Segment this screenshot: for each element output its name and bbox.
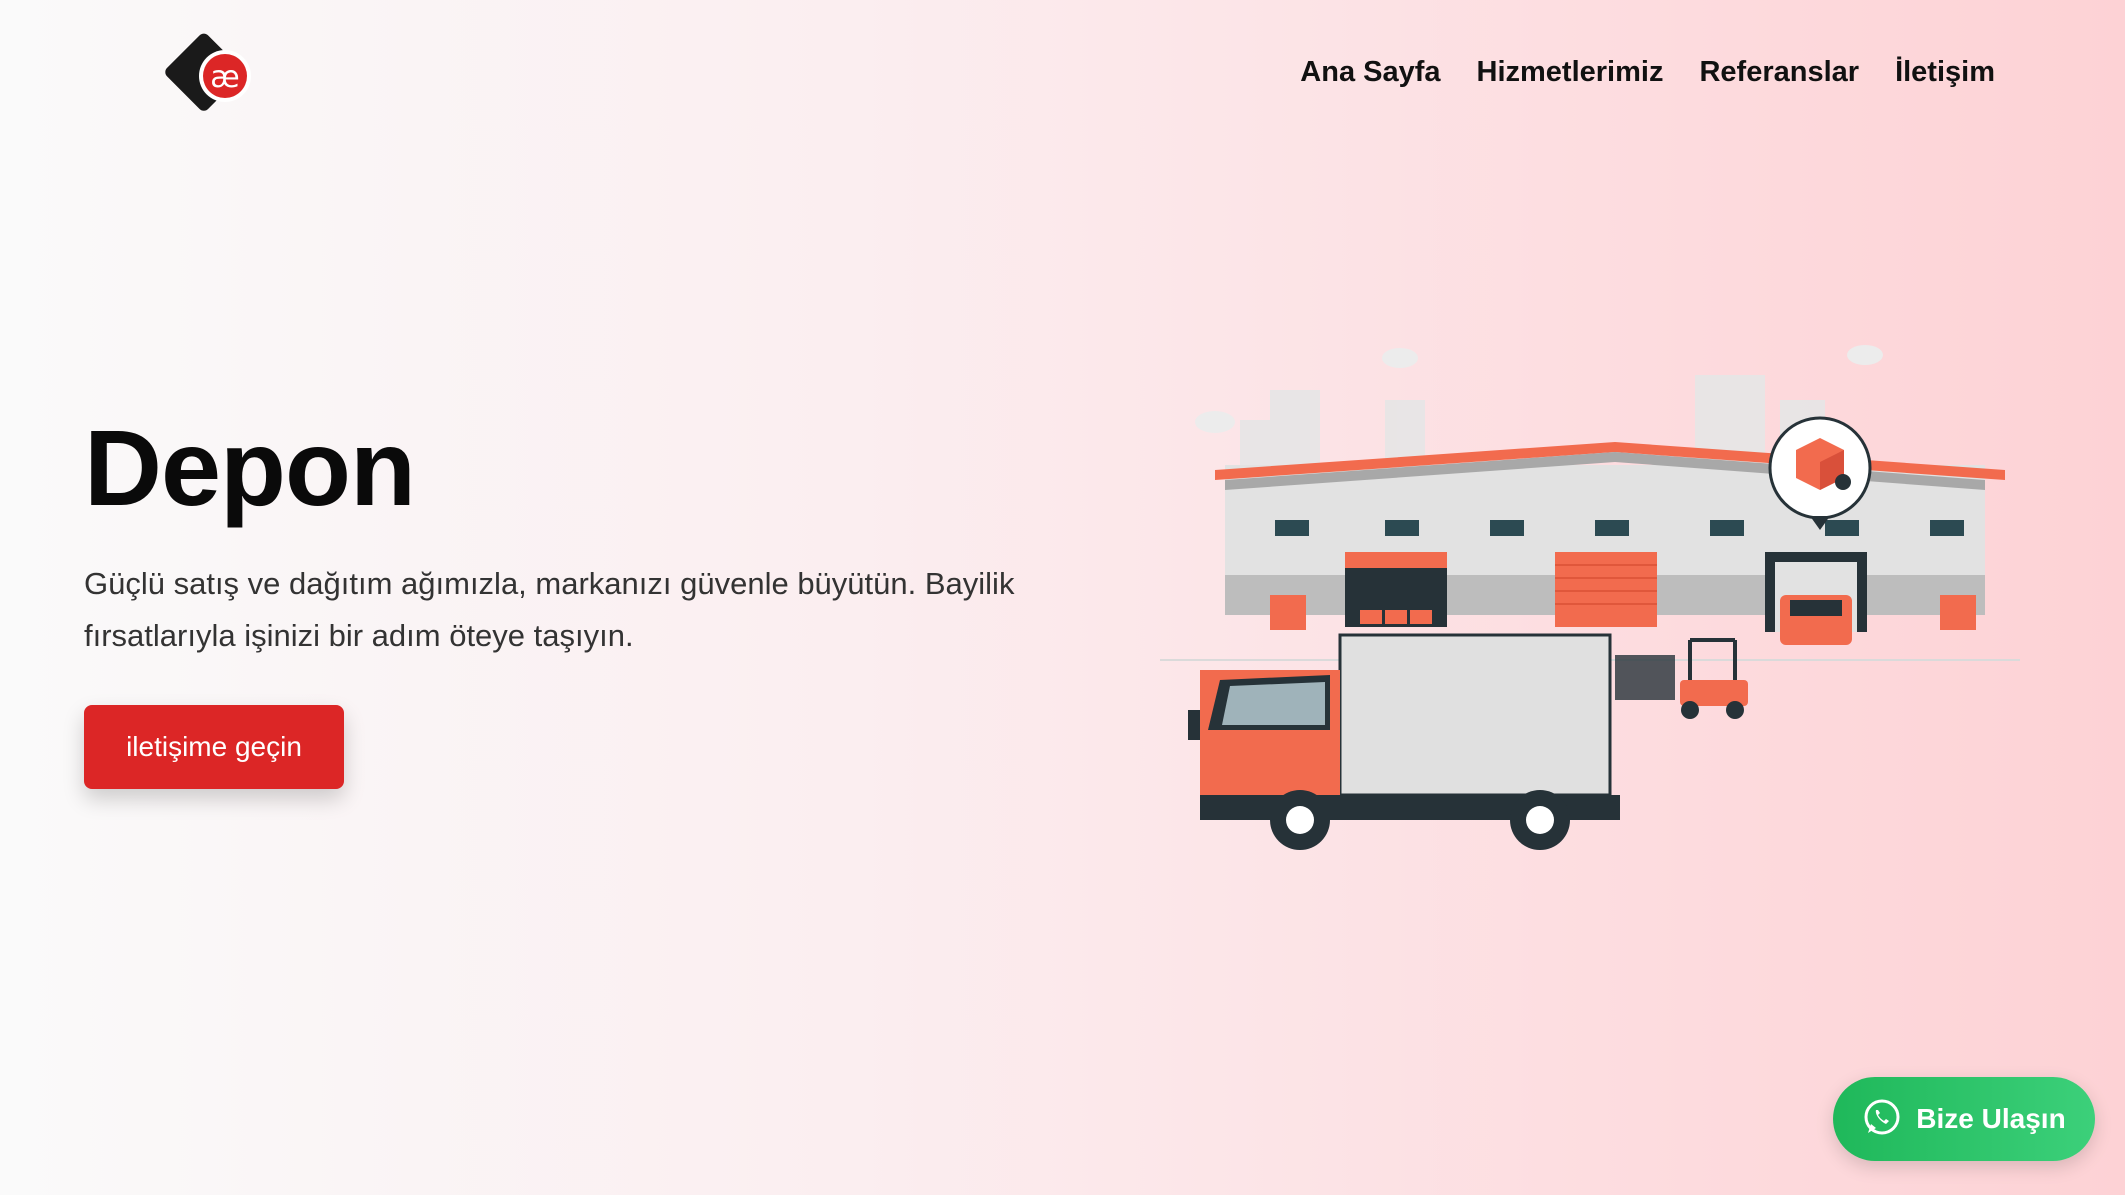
logo-mark: æ — [210, 60, 239, 95]
nav-contact[interactable]: İletişim — [1895, 56, 1995, 89]
brand-logo[interactable]: æ — [160, 30, 260, 125]
nav-home[interactable]: Ana Sayfa — [1300, 56, 1440, 89]
whatsapp-icon — [1862, 1097, 1902, 1142]
warehouse-truck-illustration — [1160, 330, 2020, 860]
nav-services[interactable]: Hizmetlerimiz — [1477, 56, 1664, 89]
whatsapp-contact-button[interactable]: Bize Ulaşın — [1833, 1077, 2095, 1161]
whatsapp-label: Bize Ulaşın — [1916, 1103, 2066, 1134]
hero-subtitle: Güçlü satış ve dağıtım ağımızla, markanı… — [84, 566, 1015, 653]
main-nav: Ana Sayfa Hizmetlerimiz Referanslar İlet… — [1300, 56, 1995, 89]
contact-cta-button[interactable]: iletişime geçin — [84, 705, 344, 789]
nav-references[interactable]: Referanslar — [1699, 56, 1859, 89]
hero-title: Depon — [84, 407, 416, 528]
